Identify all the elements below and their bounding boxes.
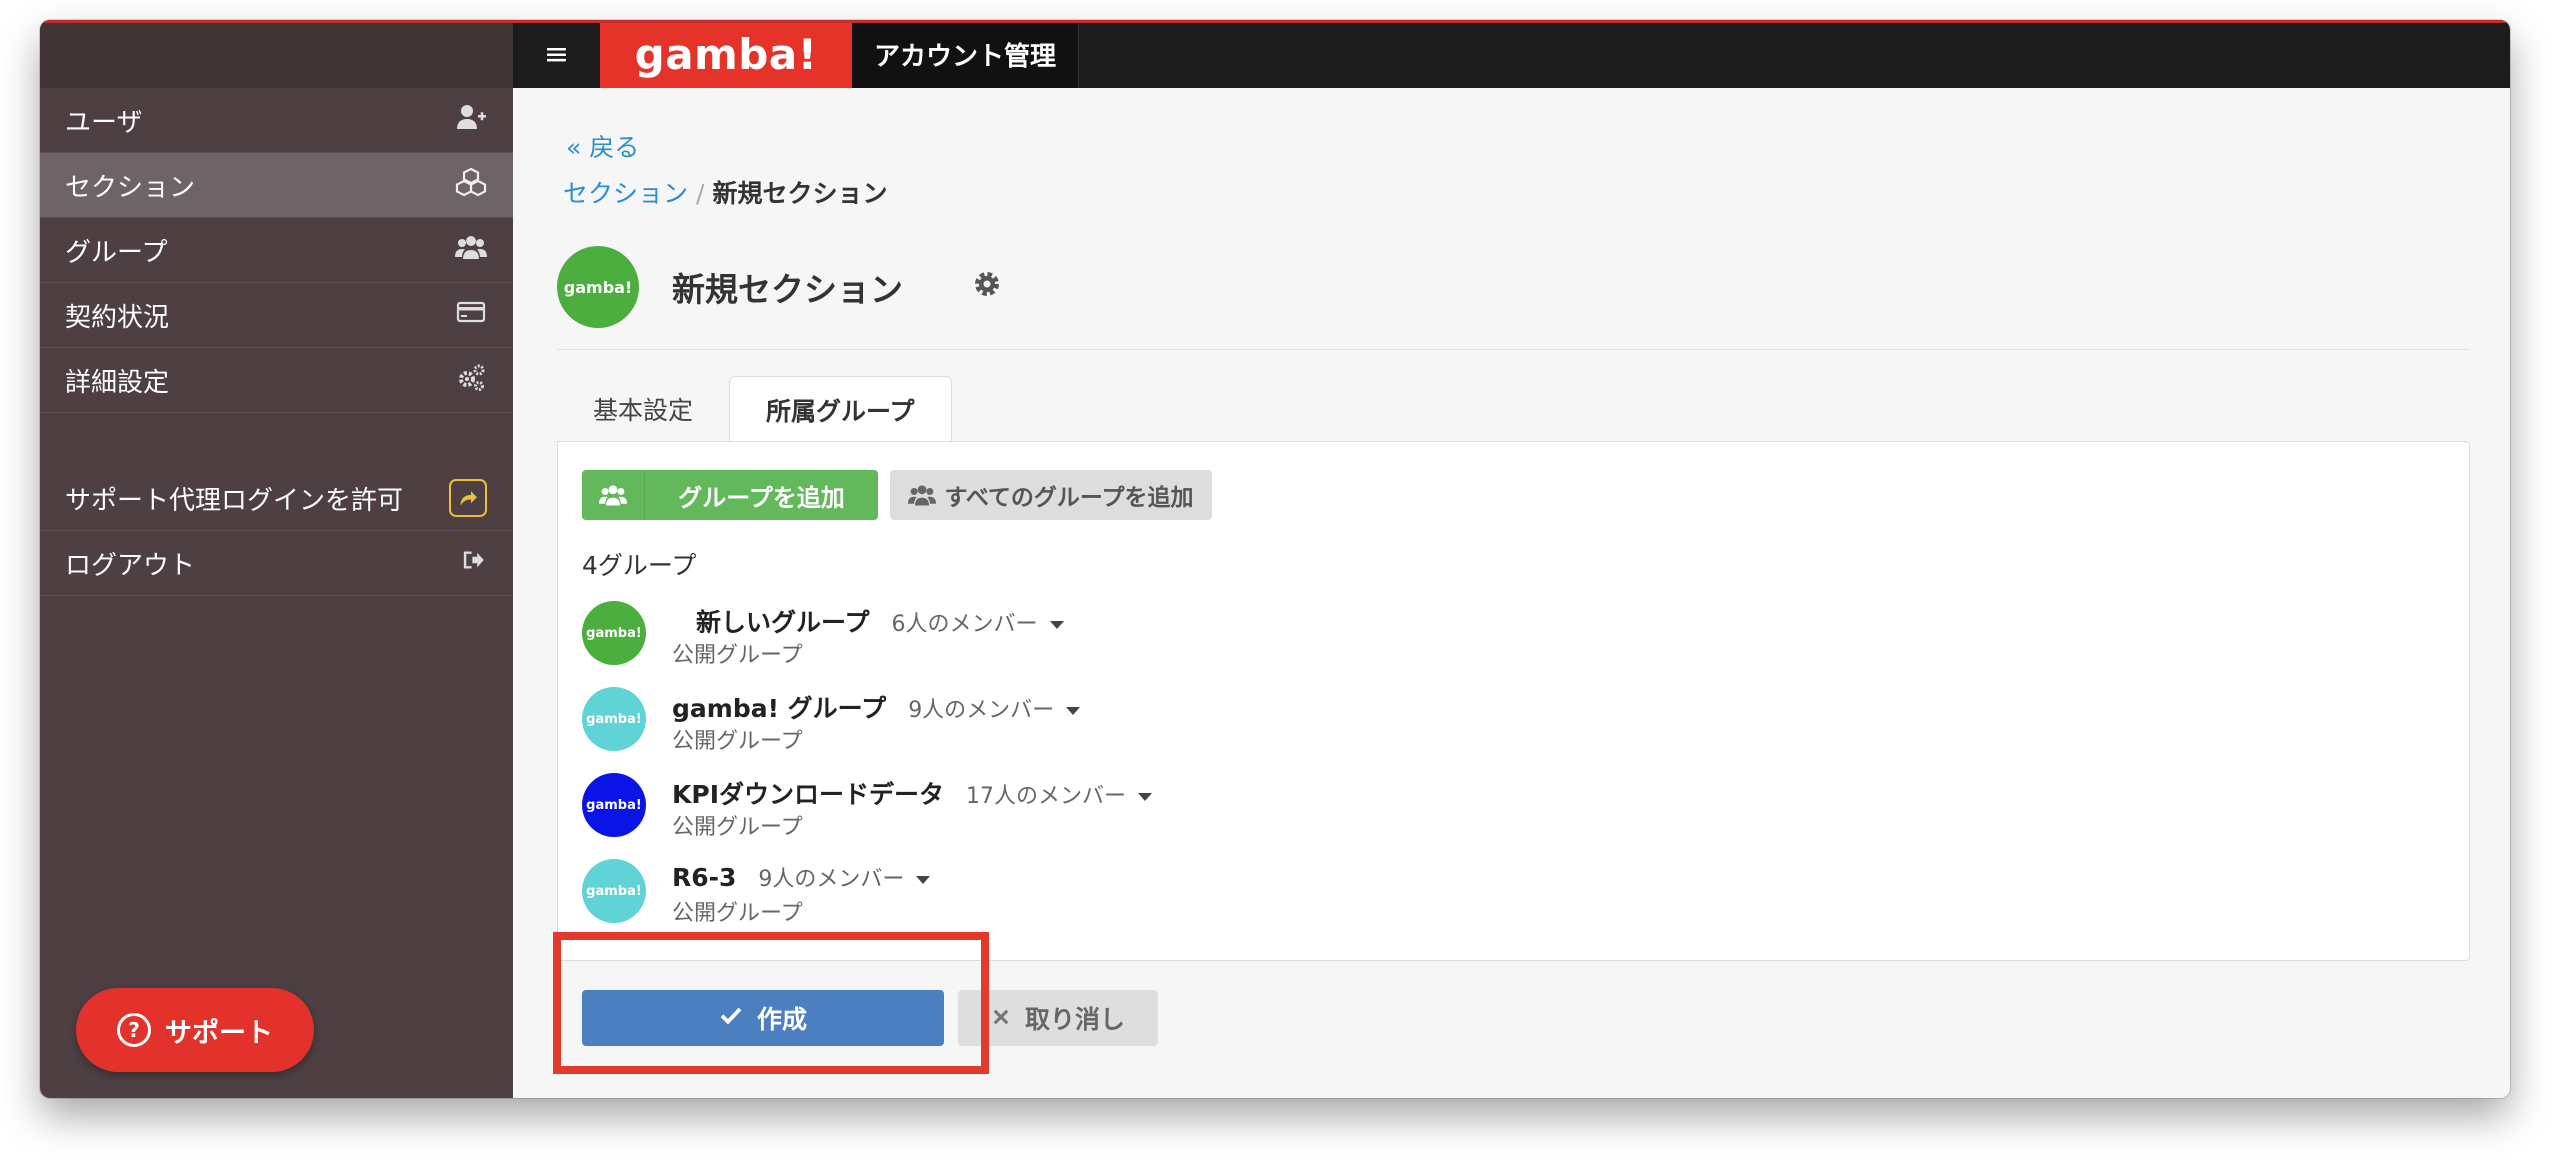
group-count: 4グループ [582, 551, 697, 580]
group-type: 公開グループ [672, 815, 803, 840]
tab-bar: 基本設定 所属グループ [557, 376, 952, 442]
group-name: 新しいグループ [696, 608, 870, 637]
sidebar-header [40, 20, 513, 88]
create-label: 作成 [756, 1005, 807, 1034]
sidebar-item-label: グループ [65, 237, 168, 268]
group-avatar: gamba! [582, 859, 646, 923]
caret-down-icon [916, 876, 931, 884]
group-members-label: 17人のメンバー [966, 784, 1126, 809]
group-members-label: 6人のメンバー [891, 612, 1038, 637]
group-members-label: 9人のメンバー [758, 867, 905, 892]
list-item: gamba! KPIダウンロードデータ 17人のメンバー 公開グループ [582, 773, 1482, 843]
group-avatar: gamba! [582, 687, 646, 751]
users-icon [908, 481, 937, 509]
group-members-dropdown[interactable]: 17人のメンバー [966, 784, 1152, 809]
hamburger-icon[interactable]: ≡ [513, 20, 600, 88]
sidebar-item-settings[interactable]: 詳細設定 [40, 348, 513, 413]
sidebar: ユーザ セクション グループ 契約状況 詳細設定 サポート代理ログインを許可 ロ… [40, 20, 513, 1098]
users-icon [455, 231, 487, 270]
support-button[interactable]: ? サポート [76, 988, 314, 1072]
caret-down-icon [1138, 793, 1152, 801]
top-bar: ≡ gamba! アカウント管理 [513, 20, 2510, 88]
group-members-dropdown[interactable]: 9人のメンバー [758, 867, 931, 892]
list-item: gamba! gamba! グループ 9人のメンバー 公開グループ [582, 687, 1482, 757]
brand-logo[interactable]: gamba! [600, 20, 852, 88]
add-group-button[interactable]: グループを追加 [582, 470, 878, 520]
group-name: KPIダウンロードデータ [672, 780, 944, 809]
breadcrumb: セクション / 新規セクション [563, 174, 887, 210]
sidebar-item-support-login[interactable]: サポート代理ログインを許可 [40, 466, 513, 531]
group-members-label: 9人のメンバー [908, 698, 1055, 723]
cancel-button[interactable]: 取り消し [958, 990, 1158, 1046]
page-title: 新規セクション [672, 270, 903, 309]
gear-icon[interactable] [971, 268, 1003, 300]
list-item: gamba! R6-3 9人のメンバー 公開グループ [582, 859, 1482, 929]
create-button[interactable]: 作成 [582, 990, 944, 1046]
group-avatar: gamba! [582, 773, 646, 837]
sign-out-icon [461, 547, 487, 580]
group-type: 公開グループ [672, 643, 803, 668]
share-icon [449, 479, 487, 517]
caret-down-icon [1049, 621, 1064, 629]
sidebar-item-label: ユーザ [65, 107, 143, 138]
add-all-groups-label: すべてのグループを追加 [944, 485, 1194, 511]
add-group-label: グループを追加 [678, 483, 845, 512]
sidebar-item-users[interactable]: ユーザ [40, 88, 513, 153]
group-name: R6-3 [672, 863, 737, 892]
sidebar-item-label: ログアウト [65, 550, 196, 581]
app-title: アカウント管理 [852, 20, 1080, 88]
groups-panel: グループを追加 すべてのグループを追加 4グループ gamba! 新しいグループ… [557, 441, 2470, 961]
tab-basic-settings[interactable]: 基本設定 [557, 376, 729, 442]
add-all-groups-button[interactable]: すべてのグループを追加 [890, 470, 1212, 520]
back-link[interactable]: « 戻る [566, 128, 639, 164]
gears-icon [455, 361, 487, 400]
sidebar-item-label: セクション [65, 172, 196, 203]
sidebar-item-label: 詳細設定 [65, 367, 170, 398]
support-label: サポート [165, 1017, 273, 1049]
cancel-label: 取り消し [1024, 1005, 1125, 1034]
sidebar-item-sections[interactable]: セクション [40, 153, 513, 218]
cubes-icon [455, 166, 487, 205]
section-avatar: gamba! [557, 246, 639, 328]
breadcrumb-current: 新規セクション [712, 179, 888, 208]
app-window: ユーザ セクション グループ 契約状況 詳細設定 サポート代理ログインを許可 ロ… [40, 20, 2510, 1098]
close-icon [991, 1004, 1011, 1033]
group-members-dropdown[interactable]: 6人のメンバー [892, 612, 1064, 637]
breadcrumb-separator: / [696, 179, 705, 208]
group-type: 公開グループ [672, 901, 803, 926]
list-item: gamba! 新しいグループ 6人のメンバー 公開グループ [582, 601, 1482, 671]
title-divider [557, 349, 2470, 350]
sidebar-item-contract[interactable]: 契約状況 [40, 283, 513, 348]
credit-card-icon [455, 296, 487, 335]
check-icon [719, 1003, 743, 1033]
caret-down-icon [1066, 707, 1081, 715]
sidebar-item-label: 契約状況 [65, 302, 170, 333]
group-members-dropdown[interactable]: 9人のメンバー [908, 698, 1081, 723]
user-plus-icon [455, 101, 487, 140]
group-avatar: gamba! [582, 601, 646, 665]
main-content: « 戻る セクション / 新規セクション gamba! 新規セクション 基本設定 所… [513, 88, 2510, 1098]
sidebar-item-groups[interactable]: グループ [40, 218, 513, 283]
tab-groups[interactable]: 所属グループ [729, 376, 952, 442]
users-icon [582, 470, 645, 520]
group-name: gamba! グループ [672, 694, 887, 723]
sidebar-item-label: サポート代理ログインを許可 [65, 485, 404, 516]
question-icon: ? [117, 1013, 151, 1047]
breadcrumb-parent[interactable]: セクション [563, 179, 688, 208]
group-type: 公開グループ [672, 729, 803, 754]
sidebar-item-logout[interactable]: ログアウト [40, 531, 513, 596]
